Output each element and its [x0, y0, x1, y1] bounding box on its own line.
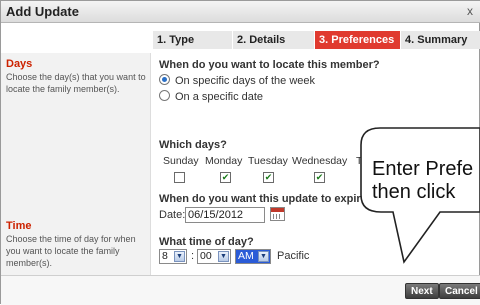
dialog-title: Add Update	[6, 4, 79, 19]
tab-details[interactable]: 2. Details	[233, 31, 315, 49]
radio-specific-days[interactable]: On specific days of the week	[159, 74, 315, 88]
wizard-tabs: 1. Type 2. Details 3. Preferences 4. Sum…	[153, 31, 480, 49]
hour-value: 8	[162, 250, 168, 262]
calendar-icon[interactable]	[270, 207, 285, 221]
checkbox-tuesday[interactable]: ✔	[263, 172, 274, 183]
hour-select[interactable]: 8 ▼	[159, 249, 187, 264]
tab-type[interactable]: 1. Type	[153, 31, 233, 49]
time-separator: :	[191, 250, 195, 262]
chevron-down-icon: ▼	[174, 251, 185, 262]
minute-select[interactable]: 00 ▼	[197, 249, 231, 264]
expire-question: When do you want this update to expire?	[159, 193, 374, 205]
time-heading: Time	[6, 220, 32, 232]
cancel-button[interactable]: Cancel	[439, 283, 480, 299]
dialog-footer: Next Cancel	[1, 275, 480, 305]
callout-line-2: then click	[372, 181, 456, 203]
days-heading: Days	[6, 58, 33, 70]
time-question: What time of day?	[159, 236, 254, 248]
close-icon[interactable]: x	[467, 4, 473, 18]
tab-summary[interactable]: 4. Summary	[401, 31, 480, 49]
ampm-value: AM	[238, 250, 254, 262]
next-button[interactable]: Next	[405, 283, 439, 299]
radio-button-selected[interactable]	[159, 74, 170, 85]
day-label-sunday: Sunday	[163, 155, 199, 167]
date-label: Date:	[159, 209, 186, 221]
ampm-select[interactable]: AM ▼	[235, 249, 271, 264]
callout-line-1: Enter Prefe	[372, 158, 474, 180]
checkbox-monday[interactable]: ✔	[220, 172, 231, 183]
day-label-wednesday: Wednesday	[292, 155, 348, 167]
locate-question: When do you want to locate this member?	[159, 59, 380, 71]
chevron-down-icon: ▼	[218, 251, 229, 262]
chevron-down-icon: ▼	[258, 251, 269, 262]
day-label-monday: Monday	[205, 155, 243, 167]
checkbox-wednesday[interactable]: ✔	[314, 172, 325, 183]
help-sidebar: Days Choose the day(s) that you want to …	[1, 53, 151, 275]
days-help-text: Choose the day(s) that you want to locat…	[6, 72, 146, 94]
time-help-text: Choose the time of day for when you want…	[6, 234, 136, 268]
add-update-dialog: Add Update x 1. Type 2. Details 3. Prefe…	[0, 0, 480, 305]
day-label-tuesday: Tuesday	[248, 155, 288, 167]
day-label-thursday: T	[356, 155, 363, 167]
expire-date-input[interactable]: 06/15/2012	[185, 207, 265, 223]
minute-value: 00	[200, 250, 212, 262]
timezone-label: Pacific	[277, 250, 310, 262]
radio-label-specific-date: On a specific date	[175, 91, 264, 103]
radio-specific-date[interactable]: On a specific date	[159, 90, 263, 104]
which-days-label: Which days?	[159, 139, 227, 151]
checkbox-sunday[interactable]	[174, 172, 185, 183]
title-bar: Add Update x	[1, 1, 480, 23]
tab-preferences[interactable]: 3. Preferences	[315, 31, 401, 49]
radio-label-specific-days: On specific days of the week	[175, 75, 316, 87]
radio-button[interactable]	[159, 90, 170, 101]
